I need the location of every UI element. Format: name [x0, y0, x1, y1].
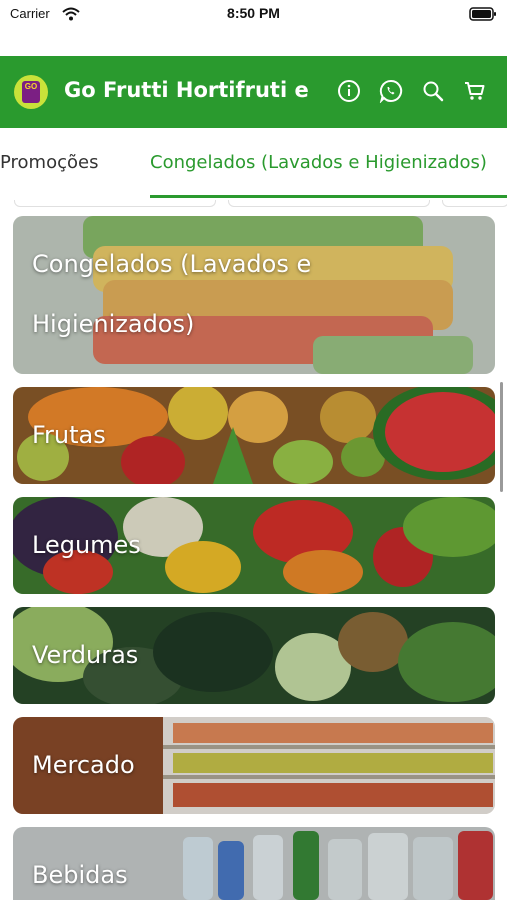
category-label: Frutas: [32, 421, 106, 449]
category-label: Bebidas: [32, 861, 128, 889]
app-logo[interactable]: GO: [14, 75, 48, 109]
cart-icon[interactable]: [462, 78, 488, 104]
category-label-line2: Higienizados): [32, 310, 195, 338]
info-icon[interactable]: [336, 78, 362, 104]
category-card-bebidas[interactable]: Bebidas: [13, 827, 495, 900]
category-label: Mercado: [32, 751, 135, 779]
whatsapp-icon[interactable]: [378, 78, 404, 104]
app-title: Go Frutti Hortifruti e: [64, 78, 309, 102]
subcategory-chip[interactable]: [442, 200, 507, 207]
tab-promocoes[interactable]: Promoções: [0, 152, 98, 173]
category-card-legumes[interactable]: Legumes: [13, 497, 495, 594]
subcategory-chip[interactable]: [14, 200, 216, 207]
category-label: Verduras: [32, 641, 139, 669]
category-label: Legumes: [32, 531, 141, 559]
clock: 8:50 PM: [227, 5, 280, 21]
category-card-mercado[interactable]: Mercado: [13, 717, 495, 814]
category-card-frutas[interactable]: Frutas: [13, 387, 495, 484]
subcategory-chip[interactable]: [228, 200, 430, 207]
active-tab-indicator: [150, 195, 507, 198]
battery-icon: [469, 6, 497, 25]
category-card-verduras[interactable]: Verduras: [13, 607, 495, 704]
category-tabs: Promoções Congelados (Lavados e Higieniz…: [0, 128, 507, 200]
category-label: Congelados (Lavados e: [32, 250, 312, 278]
category-card-congelados[interactable]: Congelados (Lavados e Higienizados): [13, 216, 495, 374]
scrollbar[interactable]: [500, 382, 503, 492]
search-icon[interactable]: [420, 78, 446, 104]
status-bar: Carrier 8:50 PM: [0, 0, 507, 28]
app-header: GO Go Frutti Hortifruti e: [0, 56, 507, 128]
logo-mark: GO: [22, 81, 40, 103]
tab-congelados[interactable]: Congelados (Lavados e Higienizados): [150, 152, 487, 173]
